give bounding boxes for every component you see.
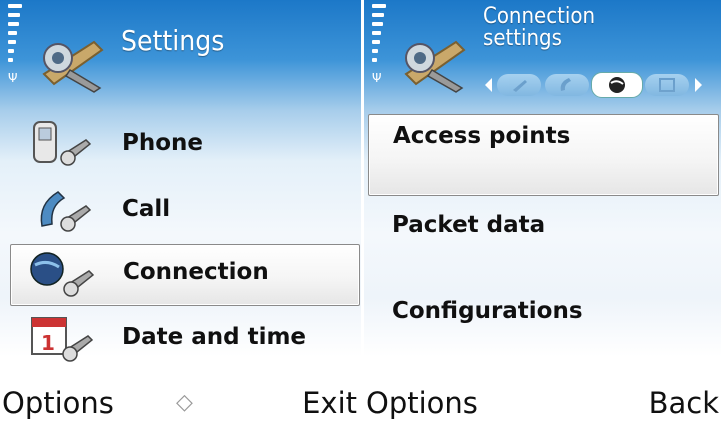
antenna-icon: Ψ [372, 71, 382, 85]
tab-datetime[interactable] [645, 74, 689, 96]
settings-app-icon [404, 40, 466, 93]
call-tab-icon [560, 78, 571, 91]
datetime-tab-icon [659, 78, 675, 92]
title-line-2: settings [483, 26, 562, 51]
navigation-key-icon: ◇ [176, 390, 193, 415]
connection-tab-icon [609, 77, 625, 93]
tab-phone[interactable] [497, 74, 541, 96]
connection-settings-icon [30, 252, 95, 297]
back-softkey[interactable]: Back [649, 383, 719, 423]
tab-left-arrow-icon[interactable] [485, 78, 492, 92]
list-item-label: Access points [393, 123, 571, 149]
options-softkey[interactable]: Options [2, 383, 114, 423]
settings-app-icon [42, 40, 104, 93]
list-item-phone[interactable]: Phone [10, 116, 358, 174]
antenna-icon: Ψ [8, 71, 18, 85]
list-item-connection[interactable]: Connection [10, 244, 360, 306]
options-softkey[interactable]: Options [366, 383, 478, 423]
list-item-label: Configurations [392, 298, 583, 324]
page-title: Settings [121, 24, 225, 57]
page-title: Connection settings [483, 6, 595, 50]
date-time-settings-icon: 1 [31, 317, 94, 362]
title-line-1: Connection [483, 4, 595, 29]
list-item-call[interactable]: Call [10, 182, 358, 240]
signal-strength-icon [372, 4, 386, 68]
tab-call[interactable] [545, 74, 589, 96]
svg-text:1: 1 [41, 331, 55, 355]
call-settings-icon [40, 191, 92, 232]
list-item-label: Packet data [392, 212, 546, 238]
signal-strength-icon [8, 4, 22, 68]
list-item-packet-data[interactable]: Packet data [368, 200, 717, 256]
tab-bar [485, 72, 721, 98]
tab-connection[interactable] [591, 72, 643, 98]
connection-settings-screen: Ψ Connection settings Access points Pack… [364, 0, 721, 425]
exit-softkey[interactable]: Exit [302, 383, 357, 423]
list-item-label: Call [122, 196, 171, 222]
list-item-access-points[interactable]: Access points [368, 114, 719, 196]
settings-screen: Ψ Settings Phone Call Connection 1 Date … [0, 0, 361, 425]
phone-settings-icon [33, 121, 92, 166]
list-item-label: Date and time [122, 324, 307, 350]
list-item-date-time[interactable]: 1 Date and time [10, 310, 358, 368]
phone-tab-icon [513, 80, 527, 92]
list-item-label: Phone [122, 130, 204, 156]
list-item-label: Connection [123, 259, 269, 285]
tab-right-arrow-icon[interactable] [695, 78, 702, 92]
list-item-configurations[interactable]: Configurations [368, 286, 717, 342]
